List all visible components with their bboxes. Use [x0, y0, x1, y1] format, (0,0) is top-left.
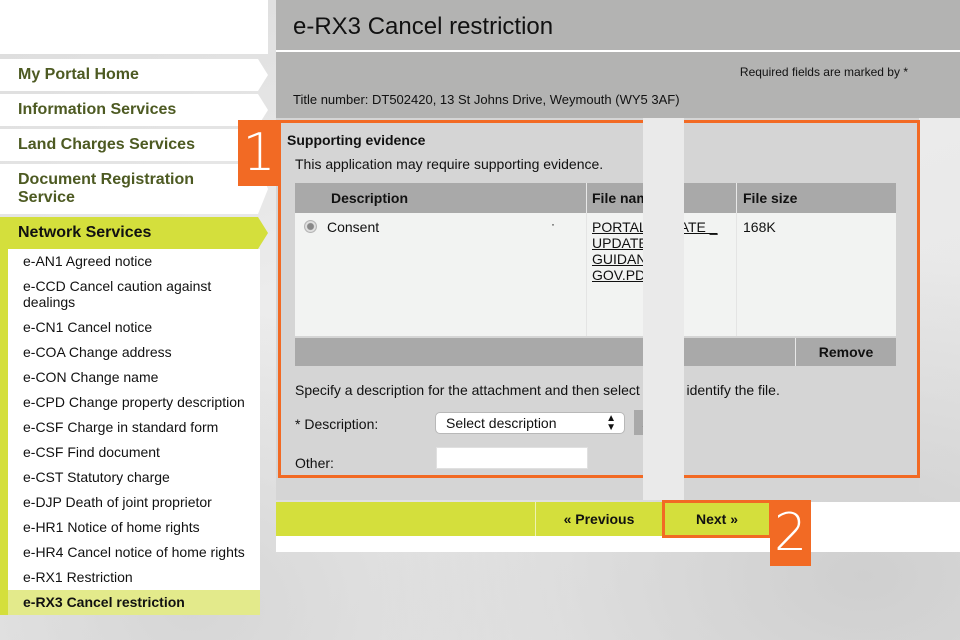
sub-item-e-coa[interactable]: e-COA Change address	[8, 340, 260, 365]
nav-item-document-registration-service[interactable]: Document Registration Service	[0, 164, 268, 214]
description-select[interactable]: Select description ▲ ▼	[435, 412, 625, 434]
cell-description: Consent ·	[295, 213, 587, 336]
sidebar-top-panel	[0, 0, 268, 54]
sub-item-e-hr1[interactable]: e-HR1 Notice of home rights	[8, 515, 260, 540]
row-select-radio[interactable]	[304, 220, 317, 233]
nav-item-my-portal-home[interactable]: My Portal Home	[0, 59, 268, 91]
sub-item-e-csf-charge[interactable]: e-CSF Charge in standard form	[8, 415, 260, 440]
title-number: Title number: DT502420, 13 St Johns Driv…	[293, 92, 680, 107]
sub-item-e-con[interactable]: e-CON Change name	[8, 365, 260, 390]
remove-button[interactable]: Remove	[796, 338, 896, 366]
column-header-file-size: File size	[743, 190, 798, 206]
table-footer: Remove	[295, 338, 896, 366]
sub-item-e-djp[interactable]: e-DJP Death of joint proprietor	[8, 490, 260, 515]
next-button[interactable]: Next »	[662, 500, 772, 538]
previous-button[interactable]: « Previous	[535, 502, 662, 536]
dot-marker: ·	[551, 217, 555, 231]
nav-item-network-services[interactable]: Network Services	[0, 217, 268, 249]
table-header: Description File name File size	[295, 183, 896, 213]
supporting-evidence-section: Supporting evidence This application may…	[278, 120, 920, 478]
description-label: * Description:	[295, 416, 379, 432]
content-area: Supporting evidence This application may…	[276, 118, 920, 500]
description-value: Consent	[327, 219, 380, 235]
network-services-submenu: e-AN1 Agreed notice e-CCD Cancel caution…	[0, 249, 260, 615]
required-fields-note: Required fields are marked by *	[739, 65, 908, 79]
sub-item-e-an1[interactable]: e-AN1 Agreed notice	[8, 249, 260, 274]
evidence-table: Description File name File size Consent …	[295, 183, 896, 366]
section-description: This application may require supporting …	[295, 156, 604, 172]
step-1-marker: 1	[238, 120, 280, 186]
table-row: Consent · PORTAL UPDATE _ UPDATE GUIDANC…	[295, 213, 896, 336]
sub-item-e-cpd[interactable]: e-CPD Change property description	[8, 390, 260, 415]
section-title: Supporting evidence	[287, 132, 426, 148]
sub-item-e-cst[interactable]: e-CST Statutory charge	[8, 465, 260, 490]
sub-item-e-ccd[interactable]: e-CCD Cancel caution against dealings	[8, 274, 260, 315]
sub-item-e-rx1[interactable]: e-RX1 Restriction	[8, 565, 260, 590]
attachment-instructions: Specify a description for the attachment…	[295, 382, 780, 398]
info-bar: Required fields are marked by * Title nu…	[276, 52, 960, 118]
description-select-value: Select description	[446, 415, 557, 431]
other-label: Other:	[295, 455, 334, 471]
form-navigation: « Previous Next »	[276, 500, 960, 552]
main-navigation: My Portal Home Information Services Land…	[0, 59, 272, 615]
step-2-marker: 2	[770, 500, 811, 566]
column-header-description: Description	[295, 183, 587, 213]
main-content: e-RX3 Cancel restriction Required fields…	[276, 0, 960, 552]
nav-item-information-services[interactable]: Information Services	[0, 94, 268, 126]
nav-item-land-charges-services[interactable]: Land Charges Services	[0, 129, 268, 161]
cell-file-size: 168K	[743, 219, 776, 235]
sub-item-e-hr4[interactable]: e-HR4 Cancel notice of home rights	[8, 540, 260, 565]
sub-item-e-rx3[interactable]: e-RX3 Cancel restriction	[8, 590, 260, 615]
sub-item-e-cn1[interactable]: e-CN1 Cancel notice	[8, 315, 260, 340]
select-arrows-icon: ▲ ▼	[606, 413, 616, 433]
page-title: e-RX3 Cancel restriction	[276, 0, 960, 52]
sub-item-e-csf-find[interactable]: e-CSF Find document	[8, 440, 260, 465]
sidebar: My Portal Home Information Services Land…	[0, 0, 272, 640]
other-input[interactable]	[436, 447, 588, 469]
right-panel-background	[643, 118, 684, 500]
